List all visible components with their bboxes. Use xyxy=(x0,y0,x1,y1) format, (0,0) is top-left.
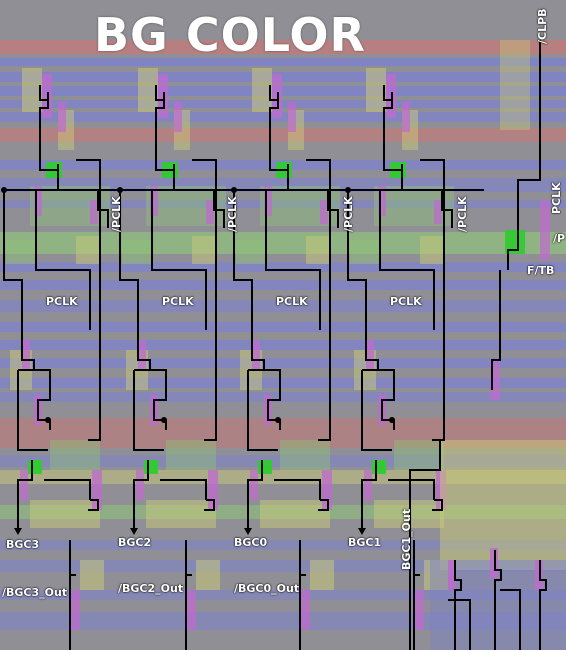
diffusion-block xyxy=(166,440,216,470)
diffusion-block xyxy=(146,500,216,528)
pclk-bar-label-3: /PCLK xyxy=(342,196,355,232)
pclk-bar-label-4: /PCLK xyxy=(456,196,469,232)
bgc3-label: BGC3 xyxy=(6,538,40,551)
pclk-label-3: PCLK xyxy=(276,295,308,308)
die-shot-diagram: BG COLOR /PCLK /PCLK /PCLK /PCLK PCLK PC… xyxy=(0,0,566,650)
diffusion-block xyxy=(80,560,104,590)
col4-bgc-arrow xyxy=(358,528,366,535)
diffusion-block xyxy=(310,560,334,590)
diffusion-block xyxy=(50,440,100,470)
poly-gate xyxy=(186,590,196,630)
diffusion-block xyxy=(306,236,330,264)
metal-band xyxy=(0,112,566,122)
poly-gate xyxy=(366,340,374,370)
diffusion-block xyxy=(260,500,330,528)
metal-band xyxy=(0,100,566,108)
bgc0-out-label: /BGC0_Out xyxy=(234,582,300,595)
pclk-bar-label-1: /PCLK xyxy=(110,196,123,232)
poly-gate xyxy=(136,470,144,500)
diffusion-block xyxy=(500,40,530,130)
circuit-layout xyxy=(0,40,566,650)
bgc2-label: BGC2 xyxy=(118,536,152,549)
diffusion-block xyxy=(440,440,566,570)
pclk-label-2: PCLK xyxy=(162,295,194,308)
col3-bus-dot xyxy=(231,187,237,193)
col4-bus-dot xyxy=(345,187,351,193)
pclk-label-1: PCLK xyxy=(46,295,78,308)
poly-gate xyxy=(206,200,214,224)
col2-junction-dot xyxy=(161,417,167,423)
diffusion-block xyxy=(6,240,36,264)
diffusion-block xyxy=(30,500,100,528)
diffusion-block xyxy=(76,236,100,264)
col3-junction-dot xyxy=(275,417,281,423)
metal-band xyxy=(0,392,566,402)
contact-square xyxy=(372,460,386,474)
contact-square xyxy=(258,460,272,474)
poly-gate xyxy=(250,470,258,500)
col1-junction-dot xyxy=(45,417,51,423)
poly-gate xyxy=(90,200,98,224)
bgc1-out-label: BGC1_Out xyxy=(400,508,413,570)
diffusion-block xyxy=(280,440,330,470)
col2-bus-dot xyxy=(117,187,123,193)
col3-bgc-arrow xyxy=(244,528,252,535)
poly-gate xyxy=(138,340,146,370)
poly-gate xyxy=(20,470,28,500)
poly-gate xyxy=(252,340,260,370)
metal-band xyxy=(0,322,566,332)
clpb-label: /CLPB xyxy=(536,8,549,44)
diffusion-block xyxy=(236,240,266,264)
col1-bus-dot xyxy=(1,187,7,193)
poly-gate xyxy=(70,590,80,630)
bgc2-out-label: /BGC2_Out xyxy=(118,582,184,595)
pclk-bar-label-2: /PCLK xyxy=(226,196,239,232)
contact-square xyxy=(28,460,42,474)
metal-band xyxy=(0,280,566,290)
bgc1-label: BGC1 xyxy=(348,536,382,549)
diffusion-block xyxy=(420,236,444,264)
ftb-label: F/TB xyxy=(527,264,555,277)
poly-gate xyxy=(300,590,310,630)
col2-bgc-arrow xyxy=(130,528,138,535)
col4-junction-dot xyxy=(389,417,395,423)
poly-gate xyxy=(174,102,182,132)
metal-band xyxy=(0,340,566,350)
bgc3-out-label: /BGC3_Out xyxy=(2,586,68,599)
poly-gate xyxy=(22,340,30,370)
metal-band xyxy=(0,72,566,82)
poly-gate xyxy=(364,470,372,500)
poly-gate xyxy=(320,200,328,224)
diffusion-block xyxy=(196,560,220,590)
diffusion-block xyxy=(394,440,444,470)
bgc0-label: BGC0 xyxy=(234,536,268,549)
metal-band xyxy=(0,86,566,96)
pclk-label-4: PCLK xyxy=(390,295,422,308)
diffusion-block xyxy=(192,236,216,264)
diffusion-block xyxy=(122,240,152,264)
poly-gate xyxy=(414,590,424,630)
poly-gate xyxy=(288,102,296,132)
contact-square xyxy=(144,460,158,474)
poly-gate xyxy=(402,102,410,132)
diffusion-block xyxy=(350,240,380,264)
poly-gate xyxy=(58,102,66,132)
poly-gate xyxy=(540,200,550,260)
p-right-label: /P xyxy=(553,232,566,245)
metal-band xyxy=(0,358,566,368)
metal-band xyxy=(0,128,566,142)
metal-band xyxy=(0,378,566,388)
pclk-right-label: PCLK xyxy=(550,182,563,214)
diagram-title: BG COLOR xyxy=(94,8,366,62)
poly-gate xyxy=(434,200,442,224)
col1-bgc-arrow xyxy=(14,528,22,535)
